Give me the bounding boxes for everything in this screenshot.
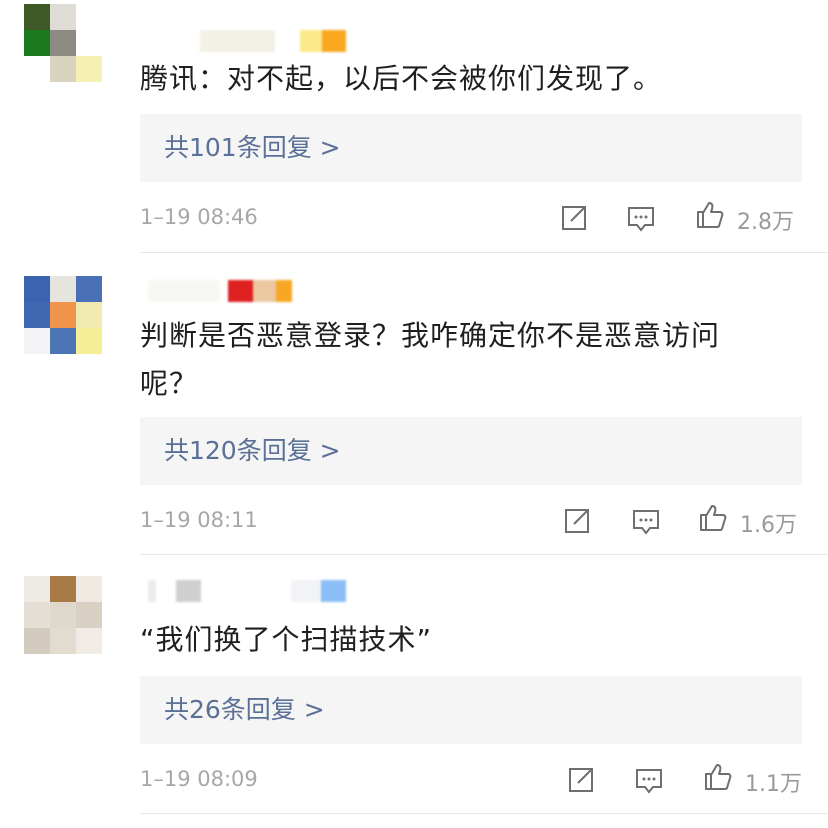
view-replies-label: 共26条回复 > xyxy=(164,695,325,724)
like-count: 2.8万 xyxy=(737,210,794,235)
avatar[interactable] xyxy=(24,4,102,82)
like-count: 1.1万 xyxy=(745,772,802,797)
like-icon[interactable] xyxy=(703,762,733,792)
view-replies-label: 共101条回复 > xyxy=(164,133,341,162)
share-icon[interactable] xyxy=(560,202,590,232)
comment-icon[interactable] xyxy=(626,204,656,234)
username[interactable] xyxy=(200,30,346,52)
username[interactable] xyxy=(148,580,346,602)
comment-icon[interactable] xyxy=(631,507,661,537)
share-icon[interactable] xyxy=(563,505,593,535)
like-count: 1.6万 xyxy=(740,513,797,538)
view-replies-button[interactable]: 共26条回复 > xyxy=(140,676,802,744)
view-replies-label: 共120条回复 > xyxy=(164,436,341,465)
timestamp: 1–19 08:11 xyxy=(140,508,258,532)
like-icon[interactable] xyxy=(695,200,725,230)
comment-text: 判断是否恶意登录？我咋确定你不是恶意访问呢？ xyxy=(140,319,721,400)
divider xyxy=(140,813,828,814)
divider xyxy=(140,554,828,555)
timestamp: 1–19 08:46 xyxy=(140,205,258,229)
avatar[interactable] xyxy=(24,576,102,654)
timestamp: 1–19 08:09 xyxy=(140,767,258,791)
comment-text: 腾讯：对不起，以后不会被你们发现了。 xyxy=(140,62,663,95)
comment-text: “我们换了个扫描技术” xyxy=(140,623,433,656)
view-replies-button[interactable]: 共120条回复 > xyxy=(140,417,802,485)
avatar[interactable] xyxy=(24,276,102,354)
comment-icon[interactable] xyxy=(634,766,664,796)
username[interactable] xyxy=(148,280,292,302)
like-icon[interactable] xyxy=(698,503,728,533)
divider xyxy=(140,252,828,253)
share-icon[interactable] xyxy=(567,764,597,794)
view-replies-button[interactable]: 共101条回复 > xyxy=(140,114,802,182)
